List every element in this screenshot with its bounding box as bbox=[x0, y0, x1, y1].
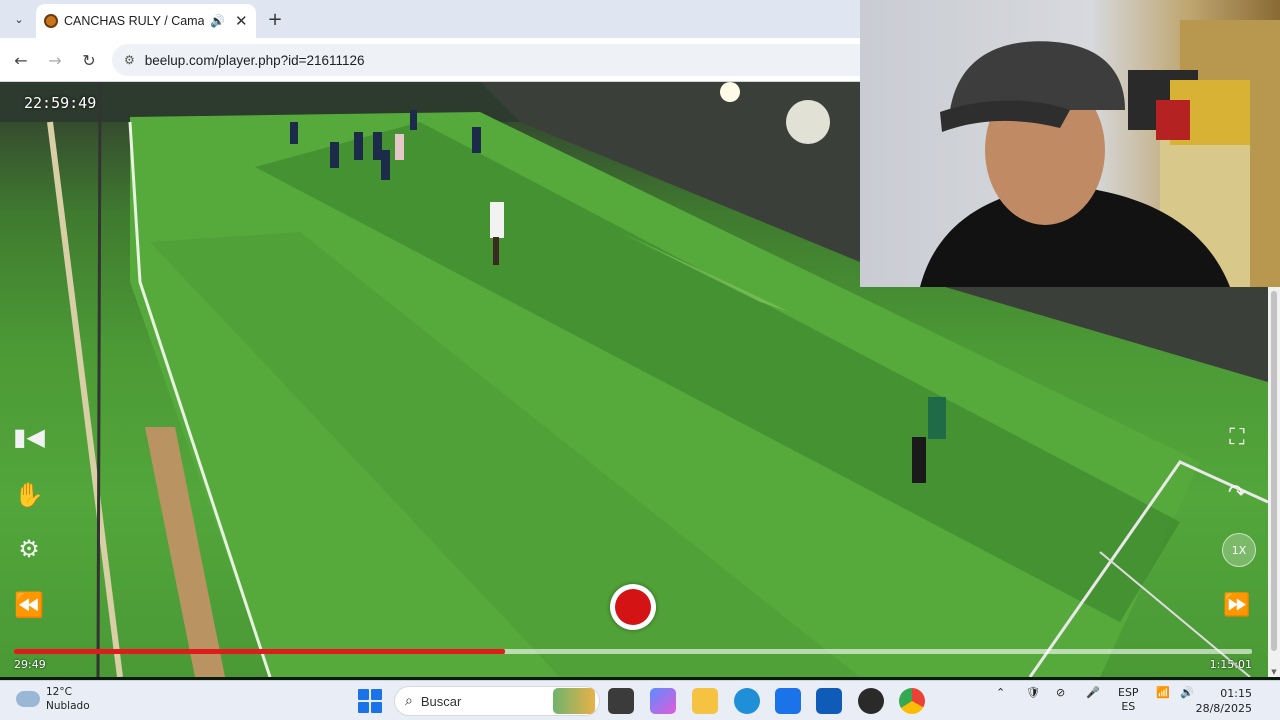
speaker-icon[interactable]: 🔊 bbox=[210, 14, 225, 28]
address-bar: ← → ↻ ⚙ beelup.com/player.php?id=2161112… bbox=[0, 38, 860, 82]
site-favicon-icon bbox=[44, 14, 58, 28]
reload-button[interactable]: ↻ bbox=[78, 49, 100, 71]
outlook-icon[interactable] bbox=[816, 688, 842, 714]
current-time: 29:49 bbox=[14, 658, 46, 671]
tab-search-button[interactable]: ⌄ bbox=[8, 8, 30, 30]
widget-banner-icon[interactable] bbox=[553, 688, 595, 714]
start-button[interactable] bbox=[358, 689, 382, 713]
clock-date: 28/8/2025 bbox=[1195, 702, 1252, 715]
lang-bottom: ES bbox=[1121, 700, 1136, 713]
url-text: beelup.com/player.php?id=21611126 bbox=[144, 52, 365, 68]
scroll-down-arrow-icon[interactable]: ▼ bbox=[1268, 667, 1280, 677]
weather-widget[interactable]: 12°C Nublado bbox=[16, 685, 90, 713]
total-time: 1:15:01 bbox=[1209, 658, 1252, 671]
weather-temp: 12°C bbox=[46, 686, 72, 698]
progress-bar[interactable] bbox=[14, 649, 1252, 654]
record-dot-icon bbox=[615, 589, 651, 625]
system-clock[interactable]: 01:15 28/8/2025 bbox=[1196, 686, 1252, 716]
microphone-icon[interactable]: 🎤 bbox=[1086, 686, 1100, 699]
site-settings-icon[interactable]: ⚙ bbox=[124, 53, 135, 67]
weather-text: 12°C Nublado bbox=[46, 685, 90, 713]
playback-speed-button[interactable]: 1X bbox=[1222, 533, 1256, 567]
chrome-browser-icon[interactable] bbox=[899, 688, 925, 714]
volume-icon[interactable]: 🔊 bbox=[1180, 686, 1194, 699]
store-icon[interactable] bbox=[775, 688, 801, 714]
rewind-icon[interactable]: ⏪ bbox=[12, 590, 46, 620]
task-view-icon[interactable] bbox=[608, 688, 634, 714]
webcam-overlay bbox=[860, 0, 1280, 287]
close-tab-button[interactable]: ✕ bbox=[235, 12, 248, 30]
clock-time: 01:15 bbox=[1220, 687, 1252, 700]
copilot-icon[interactable] bbox=[650, 688, 676, 714]
camera-timestamp: 22:59:49 bbox=[24, 94, 97, 112]
search-icon: ⌕ bbox=[405, 693, 413, 709]
hand-wave-icon[interactable]: ✋ bbox=[12, 480, 46, 510]
tab-title: CANCHAS RULY / Camara 1 bbox=[64, 14, 204, 28]
weather-desc: Nublado bbox=[46, 700, 90, 712]
network-off-icon[interactable]: ⊘ bbox=[1056, 686, 1065, 699]
tab-active[interactable]: CANCHAS RULY / Camara 1 🔊 ✕ bbox=[36, 4, 256, 38]
omnibox[interactable]: ⚙ beelup.com/player.php?id=21611126 bbox=[112, 44, 860, 76]
edge-browser-icon[interactable] bbox=[734, 688, 760, 714]
defender-icon[interactable]: 🛡 bbox=[1026, 686, 1040, 699]
search-placeholder: Buscar bbox=[420, 693, 462, 709]
windows-logo-pane bbox=[371, 702, 382, 713]
lang-top: ESP bbox=[1118, 686, 1139, 699]
windows-logo-pane bbox=[358, 689, 369, 700]
language-indicator[interactable]: ESP ES bbox=[1118, 686, 1139, 714]
fast-forward-icon[interactable]: ⏩ bbox=[1220, 590, 1254, 620]
fullscreen-icon[interactable]: ⛶ bbox=[1220, 422, 1254, 452]
page-scrollbar[interactable]: ▼ bbox=[1268, 287, 1280, 677]
settings-gear-icon[interactable]: ⚙ bbox=[12, 534, 46, 564]
record-button[interactable] bbox=[610, 584, 656, 630]
new-tab-button[interactable]: + bbox=[264, 8, 286, 30]
progress-fill bbox=[14, 649, 506, 654]
redo-forward-icon[interactable]: ↷ bbox=[1220, 478, 1254, 508]
back-button[interactable]: ← bbox=[10, 49, 32, 71]
camera-icon[interactable]: ▮◀ bbox=[12, 422, 46, 452]
tab-strip: ⌄ CANCHAS RULY / Camara 1 🔊 ✕ + bbox=[0, 0, 860, 38]
tray-chevron-icon[interactable]: ⌃ bbox=[996, 686, 1005, 699]
cloud-icon bbox=[16, 691, 40, 707]
forward-button[interactable]: → bbox=[44, 49, 66, 71]
windows-logo-pane bbox=[371, 689, 382, 700]
app-badge-icon[interactable] bbox=[858, 688, 884, 714]
file-explorer-icon[interactable] bbox=[692, 688, 718, 714]
windows-logo-pane bbox=[358, 702, 369, 713]
scrollbar-thumb[interactable] bbox=[1271, 291, 1277, 651]
webcam-feed bbox=[920, 20, 1280, 287]
wifi-icon[interactable]: 📶 bbox=[1156, 686, 1170, 699]
taskbar: 12°C Nublado ⌕ Buscar ⌃ 🛡 ⊘ 🎤 ESP ES 📶 🔊… bbox=[0, 680, 1280, 720]
